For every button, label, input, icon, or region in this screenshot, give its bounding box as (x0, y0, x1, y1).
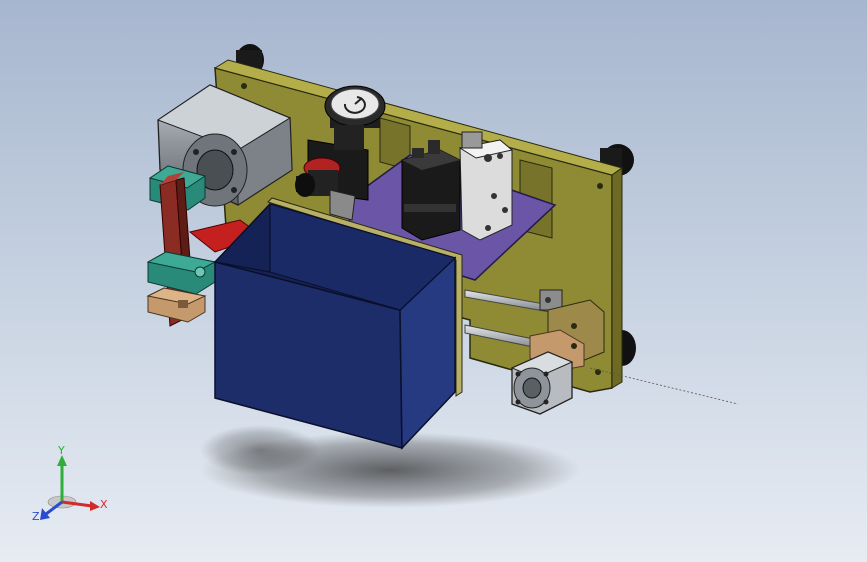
z-axis-label: Z (32, 510, 40, 523)
floor-shadow-secondary (200, 425, 320, 475)
manifold-block (458, 131, 514, 241)
orientation-triad[interactable]: Y X Z (30, 446, 120, 526)
cad-viewport[interactable]: Y X Z (0, 0, 867, 562)
teal-clamp-lower (146, 251, 217, 295)
cad-model-view[interactable] (0, 0, 867, 562)
pressure-gauge (324, 85, 386, 128)
y-axis-arrow (57, 455, 67, 502)
y-axis-label: Y (57, 446, 65, 457)
x-axis-label: X (100, 498, 108, 511)
base-plate-side (611, 167, 623, 389)
